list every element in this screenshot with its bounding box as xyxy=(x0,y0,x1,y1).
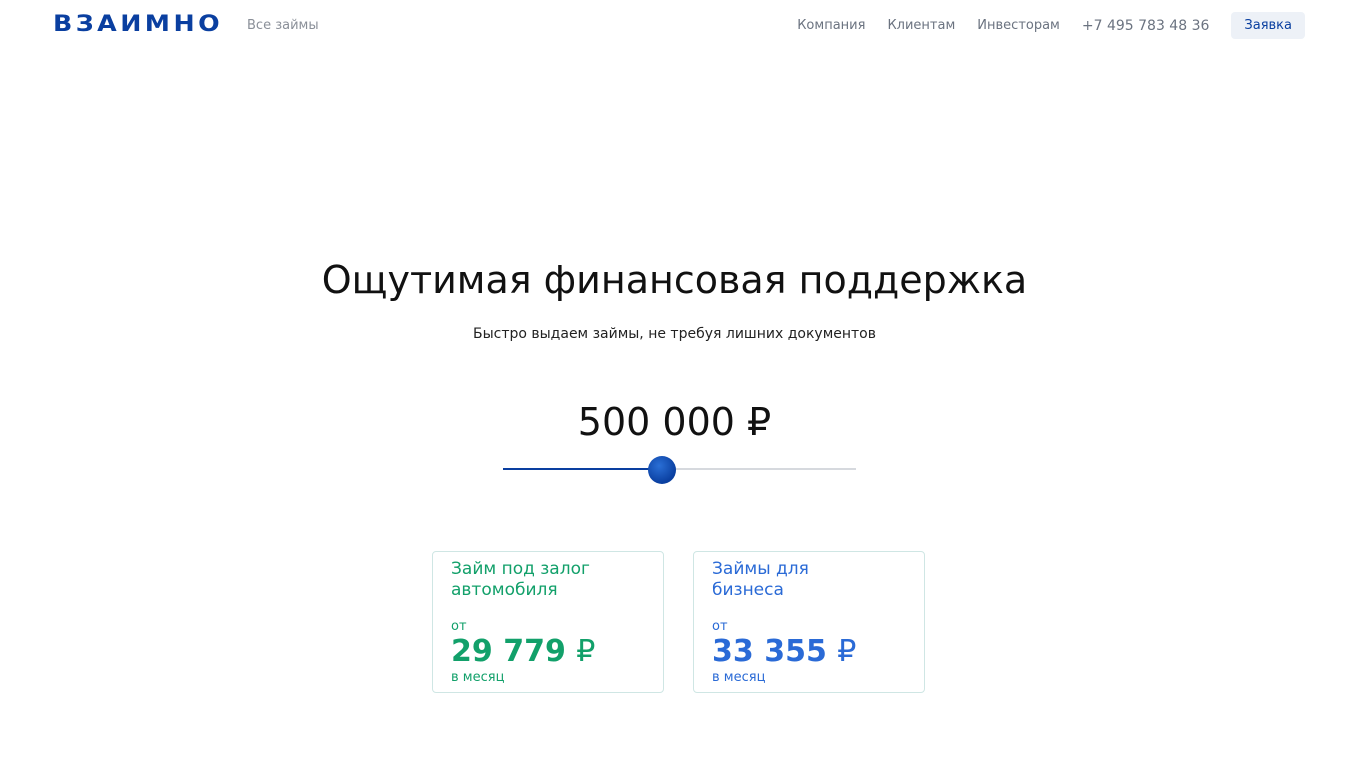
card-car-loan[interactable]: Займ под залог автомобиля от 29 779 ₽ в … xyxy=(432,551,664,693)
main-nav: Компания Клиентам Инвесторам +7 495 783 … xyxy=(797,12,1305,39)
monthly-price: 29 779 ₽ xyxy=(451,636,645,668)
card-title: Займы для бизнеса xyxy=(712,559,906,607)
ruble-sign: ₽ xyxy=(576,634,596,669)
logo[interactable]: ВЗАИМНО xyxy=(53,12,223,37)
apply-button[interactable]: Заявка xyxy=(1231,12,1305,39)
per-month-label: в месяц xyxy=(712,670,766,685)
loan-amount: 500 000 ₽ xyxy=(577,400,772,444)
card-title-line: Займы для xyxy=(712,559,809,579)
card-title-line: автомобиля xyxy=(451,580,558,600)
hero-title: Ощутимая финансовая поддержка xyxy=(321,258,1028,302)
price-value: 33 355 xyxy=(712,634,827,669)
card-title: Займ под залог автомобиля xyxy=(451,559,645,607)
ruble-sign: ₽ xyxy=(837,634,857,669)
slider-fill xyxy=(503,468,662,470)
phone-link[interactable]: +7 495 783 48 36 xyxy=(1082,18,1210,34)
site-header: ВЗАИМНО Все займы Компания Клиентам Инве… xyxy=(0,0,1349,52)
monthly-price: 33 355 ₽ xyxy=(712,636,906,668)
nav-item-company[interactable]: Компания xyxy=(797,18,865,33)
card-title-line: Займ под залог xyxy=(451,559,590,579)
nav-item-investors[interactable]: Инвесторам xyxy=(977,18,1060,33)
card-title-line: бизнеса xyxy=(712,580,784,600)
price-from-label: от xyxy=(451,619,467,634)
card-business-loan[interactable]: Займы для бизнеса от 33 355 ₽ в месяц xyxy=(693,551,925,693)
hero-subtitle: Быстро выдаем займы, не требуя лишних до… xyxy=(472,326,877,342)
all-loans-link[interactable]: Все займы xyxy=(247,18,319,33)
nav-item-clients[interactable]: Клиентам xyxy=(887,18,955,33)
price-from-label: от xyxy=(712,619,728,634)
slider-thumb[interactable] xyxy=(647,456,676,484)
per-month-label: в месяц xyxy=(451,670,505,685)
loan-amount-slider[interactable] xyxy=(503,456,856,484)
price-value: 29 779 xyxy=(451,634,566,669)
